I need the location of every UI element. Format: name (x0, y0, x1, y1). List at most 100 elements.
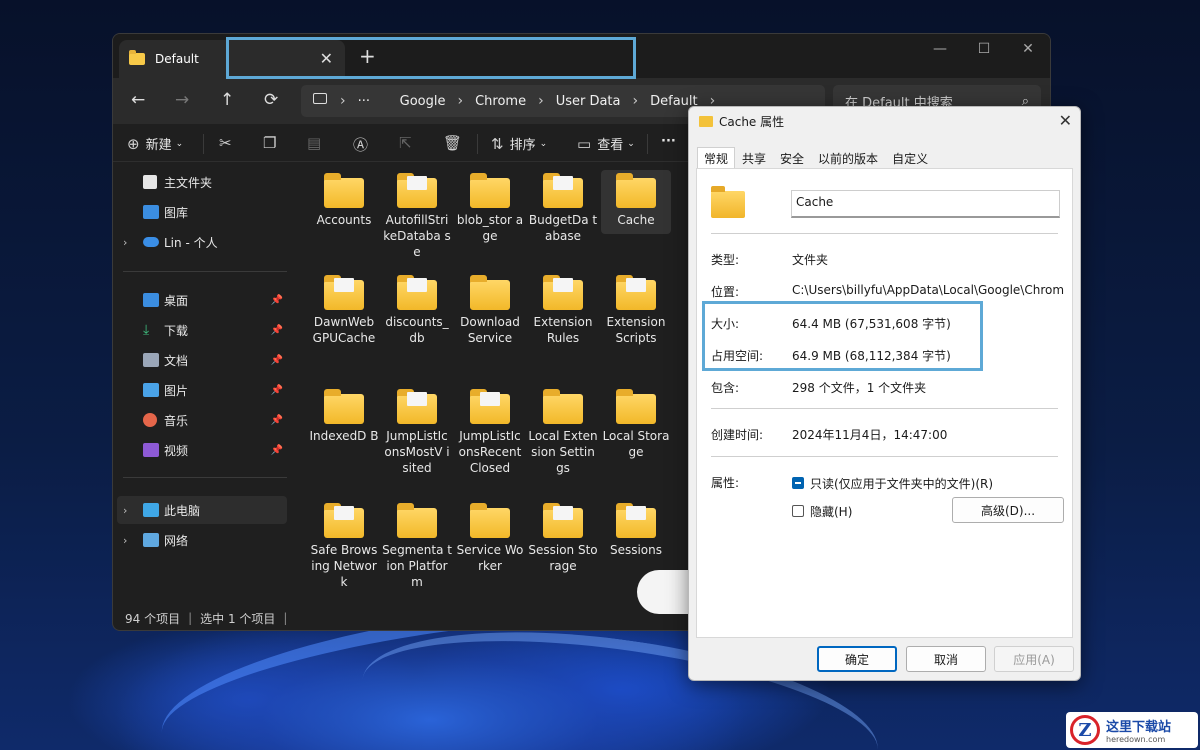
maximize-button[interactable]: ☐ (962, 34, 1006, 64)
pin-icon[interactable]: 📌 (271, 325, 283, 336)
item-count: 94 个项目 (125, 611, 181, 626)
breadcrumb-user-data[interactable]: User Data (556, 94, 621, 109)
folder-item[interactable]: blob_stor age (455, 170, 525, 244)
document-icon (143, 353, 159, 367)
sidebar-item-gallery[interactable]: 图库 (113, 198, 287, 226)
folder-item[interactable]: Sessions (601, 500, 671, 558)
folder-icon (543, 503, 583, 538)
sort-button[interactable]: ⇅ 排序 ⌄ (491, 134, 547, 154)
folder-item[interactable]: Extension Rules (528, 272, 598, 346)
breadcrumb-chrome[interactable]: Chrome (475, 94, 526, 109)
desktop-icon (143, 293, 159, 307)
tab-default[interactable]: Default ✕ (119, 40, 345, 78)
folder-icon (616, 389, 656, 424)
folder-icon (397, 503, 437, 538)
forward-button[interactable]: → (175, 90, 189, 110)
view-icon: ▭ (577, 134, 592, 153)
copy-icon[interactable]: ❐ (263, 134, 276, 152)
advanced-button[interactable]: 高级(D)... (952, 497, 1064, 523)
this-pc-icon[interactable] (313, 93, 327, 104)
chevron-right-icon[interactable]: › (123, 504, 127, 517)
folder-item[interactable]: JumpListIc onsRecent Closed (455, 386, 525, 476)
folder-item[interactable]: BudgetDa tabase (528, 170, 598, 244)
folder-name: Safe Browsing Network (310, 543, 378, 589)
breadcrumb-overflow[interactable]: ··· (358, 94, 370, 109)
back-button[interactable]: ← (131, 90, 145, 110)
sidebar-item-onedrive[interactable]: › Lin - 个人 (113, 228, 287, 256)
tab-close-icon[interactable]: ✕ (320, 49, 333, 68)
folder-item[interactable]: Accounts (309, 170, 379, 228)
folder-item[interactable]: Session Storage (528, 500, 598, 574)
chevron-right-icon[interactable]: › (123, 236, 127, 249)
pin-icon[interactable]: 📌 (271, 445, 283, 456)
watermark-logo: Z (1070, 715, 1100, 745)
cancel-button[interactable]: 取消 (906, 646, 986, 672)
sidebar-item-home[interactable]: 主文件夹 (113, 168, 287, 196)
cut-icon[interactable]: ✂ (219, 134, 232, 152)
folder-item[interactable]: Safe Browsing Network (309, 500, 379, 590)
chevron-right-icon[interactable]: › (123, 534, 127, 547)
folder-item[interactable]: Local Storage (601, 386, 671, 460)
folder-item[interactable]: IndexedD B (309, 386, 379, 444)
refresh-button[interactable]: ⟳ (264, 90, 278, 110)
folder-icon (543, 275, 583, 310)
close-window-button[interactable]: ✕ (1006, 34, 1050, 64)
folder-name-field[interactable]: Cache (791, 190, 1060, 218)
apply-button[interactable]: 应用(A) (994, 646, 1074, 672)
contains-label: 包含: (711, 381, 740, 395)
folder-item[interactable]: AutofillStri keDataba se (382, 170, 452, 260)
readonly-checkbox[interactable] (792, 477, 804, 489)
rename-icon[interactable]: Ⓐ (353, 134, 368, 155)
paste-icon[interactable]: ▤ (307, 134, 321, 152)
contains-value: 298 个文件，1 个文件夹 (792, 381, 927, 395)
sidebar-item-videos[interactable]: 视频 📌 (113, 436, 287, 464)
new-tab-button[interactable]: + (359, 44, 376, 68)
ok-button[interactable]: 确定 (817, 646, 897, 672)
folder-item[interactable]: Segmenta tion Platform (382, 500, 452, 590)
delete-icon[interactable]: 🗑 (443, 134, 462, 152)
folder-item[interactable]: DawnWeb GPUCache (309, 272, 379, 346)
folder-item[interactable]: Service Worker (455, 500, 525, 574)
sidebar-item-music[interactable]: 音乐 📌 (113, 406, 287, 434)
hidden-label: 隐藏(H) (810, 505, 853, 519)
sidebar-item-network[interactable]: › 网络 (113, 526, 287, 554)
folder-item[interactable]: discounts_ db (382, 272, 452, 346)
computer-icon (143, 503, 159, 517)
sidebar-item-desktop[interactable]: 桌面 📌 (113, 286, 287, 314)
sidebar-item-downloads[interactable]: ⤓ 下载 📌 (113, 316, 287, 344)
sidebar-item-pictures[interactable]: 图片 📌 (113, 376, 287, 404)
up-button[interactable]: ↑ (220, 90, 234, 110)
folder-item[interactable]: Cache (601, 170, 671, 234)
more-options-button[interactable]: ··· (661, 134, 676, 149)
sort-icon: ⇅ (491, 134, 504, 153)
folder-item[interactable]: Extension Scripts (601, 272, 671, 346)
attributes-label: 属性: (711, 476, 740, 490)
breadcrumb-google[interactable]: Google (400, 94, 446, 109)
location-value[interactable]: C:\Users\billyfu\AppData\Local\Google\Ch… (792, 283, 1064, 297)
folder-icon (543, 173, 583, 208)
folder-name: Segmenta tion Platform (382, 543, 452, 589)
folder-icon (470, 389, 510, 424)
share-icon[interactable]: ⇱ (399, 134, 412, 152)
pin-icon[interactable]: 📌 (271, 415, 283, 426)
sidebar-item-documents[interactable]: 文档 📌 (113, 346, 287, 374)
watermark: Z 这里下载站 heredown.com (1066, 712, 1198, 748)
hidden-checkbox[interactable] (792, 505, 804, 517)
pin-icon[interactable]: 📌 (271, 295, 283, 306)
pin-icon[interactable]: 📌 (271, 355, 283, 366)
selection-count: 选中 1 个项目 (200, 611, 276, 626)
folder-item[interactable]: Download Service (455, 272, 525, 346)
pin-icon[interactable]: 📌 (271, 385, 283, 396)
folder-name: AutofillStri keDataba se (383, 213, 451, 259)
folder-icon (699, 116, 713, 127)
view-button[interactable]: ▭ 查看 ⌄ (577, 134, 635, 154)
folder-name: Local Storage (602, 429, 670, 459)
sidebar-item-this-pc[interactable]: › 此电脑 (117, 496, 287, 524)
pictures-icon (143, 383, 159, 397)
folder-item[interactable]: Local Extension Settings (528, 386, 598, 476)
dialog-close-button[interactable]: ✕ (1059, 111, 1072, 130)
new-button[interactable]: ⊕ 新建 ⌄ (127, 134, 183, 154)
folder-item[interactable]: JumpListIc onsMostV isited (382, 386, 452, 476)
cache-properties-dialog: Cache 属性 ✕ 常规 共享 安全 以前的版本 自定义 Cache 类型: … (688, 106, 1081, 681)
minimize-button[interactable]: — (918, 34, 962, 64)
